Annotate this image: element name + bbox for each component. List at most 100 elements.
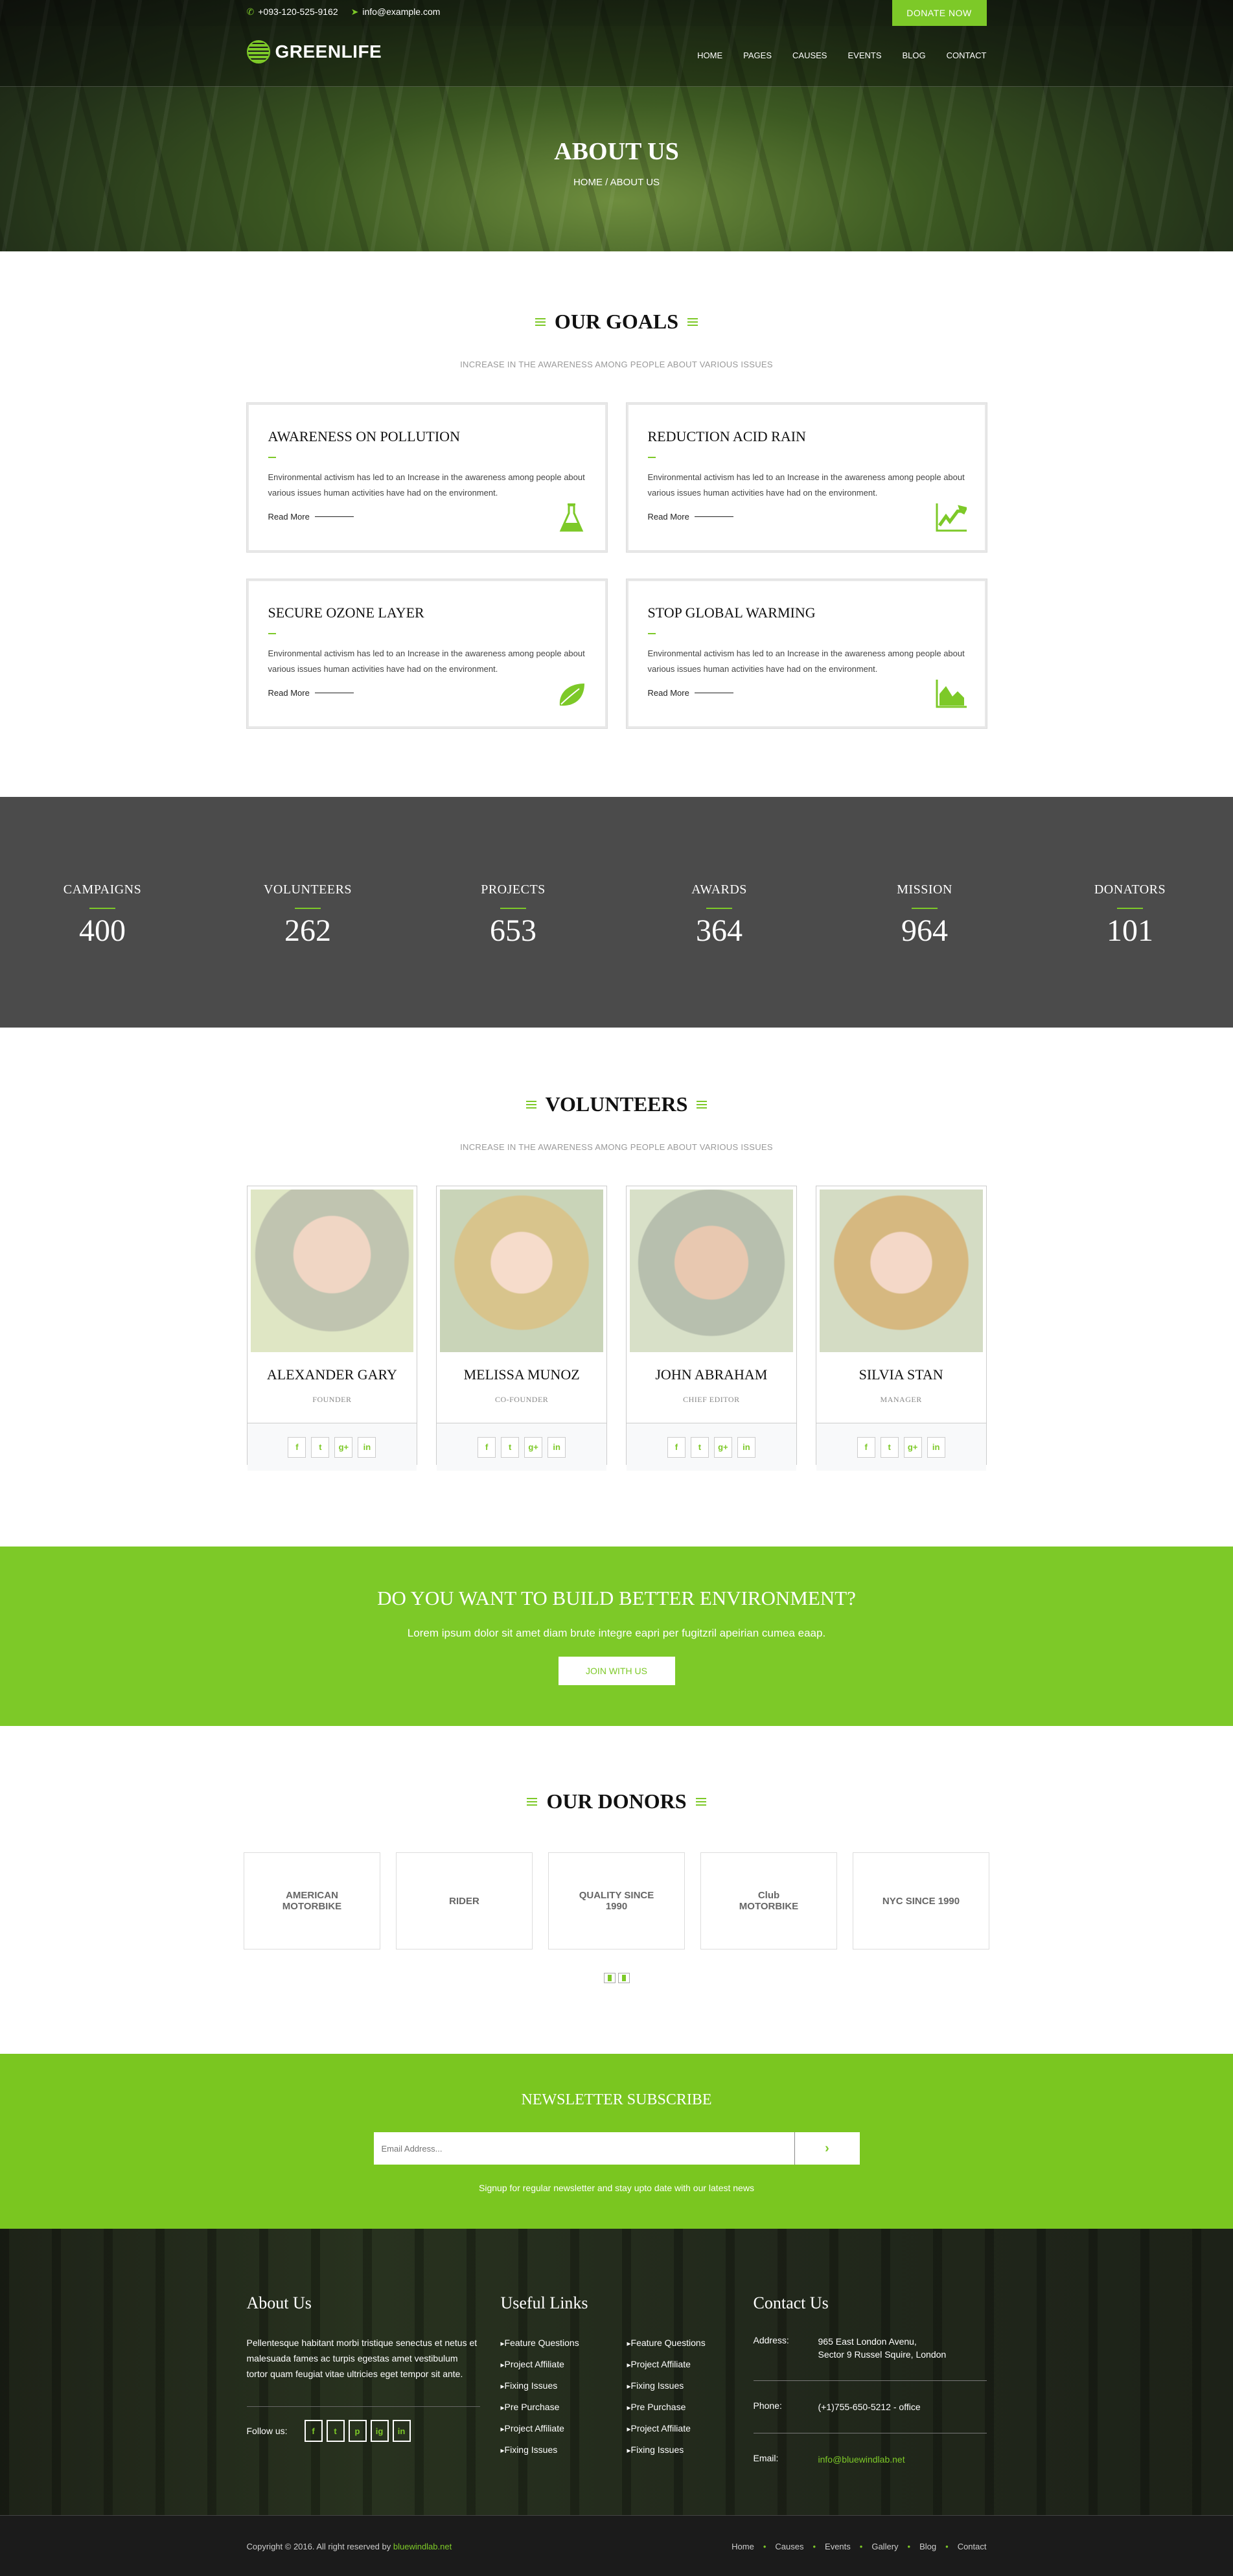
footer-link[interactable]: Fixing Issues [627, 2439, 754, 2461]
logo[interactable]: GREENLIFE [246, 40, 382, 63]
nav-pages[interactable]: PAGES [743, 51, 772, 60]
bottom-link[interactable]: Causes [775, 2542, 803, 2551]
read-more-link[interactable]: Read More [268, 512, 354, 522]
line-chart-icon [936, 503, 968, 532]
volunteer-card: ALEXANDER GARY FOUNDER f t g+ in [246, 1186, 418, 1471]
footer-link[interactable]: Fixing Issues [501, 2439, 627, 2461]
phone-label: Phone: [753, 2400, 782, 2411]
volunteer-role: MANAGER [880, 1395, 922, 1404]
read-more-link[interactable]: Read More [268, 688, 354, 698]
bottom-link[interactable]: Gallery [871, 2542, 898, 2551]
top-bar: ✆ +093-120-525-9162 ➤ info@example.com DON… [0, 0, 1233, 26]
bottom-link[interactable]: Blog [919, 2542, 936, 2551]
donor-logo-text: Club MOTORBIKE [739, 1890, 799, 1912]
linkedin-icon[interactable]: in [737, 1436, 755, 1458]
linkedin-icon[interactable]: in [927, 1436, 945, 1458]
instagram-icon[interactable]: ig [370, 2420, 389, 2442]
cta-text: Lorem ipsum dolor sit amet diam brute in… [407, 1627, 826, 1639]
twitter-icon[interactable]: t [880, 1436, 899, 1458]
separator-dot: • [945, 2542, 949, 2551]
nav-blog[interactable]: BLOG [903, 51, 926, 60]
email-text: info@example.com [362, 6, 441, 17]
stat-value: 101 [1107, 914, 1153, 948]
accent-line [647, 633, 656, 634]
email-link[interactable]: info@bluewindlab.net [818, 2453, 905, 2466]
stat-value: 400 [79, 914, 126, 948]
accent-line [89, 908, 115, 909]
phone-value: (+1)755-650-5212 - office [818, 2402, 921, 2412]
breadcrumb[interactable]: HOME / ABOUT US [0, 177, 1233, 188]
volunteers-title-text: VOLUNTEERS [545, 1092, 688, 1116]
donor-logo[interactable]: RIDER [396, 1852, 533, 1949]
read-more-link[interactable]: Read More [648, 688, 733, 698]
donor-logo[interactable]: Club MOTORBIKE [700, 1852, 837, 1949]
linkedin-icon[interactable]: in [547, 1436, 566, 1458]
google-plus-icon[interactable]: g+ [713, 1436, 732, 1458]
facebook-icon[interactable]: f [478, 1436, 496, 1458]
donate-now-button[interactable]: DONATE NOW [892, 0, 987, 26]
goal-title: SECURE OZONE LAYER [268, 604, 424, 621]
globe-logo-icon [246, 40, 270, 63]
twitter-icon[interactable]: t [501, 1436, 520, 1458]
nav-events[interactable]: EVENTS [847, 51, 881, 60]
copyright-link[interactable]: bluewindlab.net [393, 2542, 452, 2551]
newsletter-section: NEWSLETTER SUBSCRIBE › Signup for regula… [0, 2054, 1233, 2229]
top-email[interactable]: ➤ info@example.com [351, 6, 441, 17]
facebook-icon[interactable]: f [288, 1436, 306, 1458]
footer-link[interactable]: Pre Purchase [627, 2397, 754, 2418]
paper-plane-icon: ➤ [351, 6, 359, 17]
volunteer-role: CO-FOUNDER [494, 1395, 549, 1404]
newsletter-form: › [373, 2132, 860, 2165]
bottom-link[interactable]: Home [732, 2542, 754, 2551]
bottom-link[interactable]: Contact [958, 2542, 987, 2551]
footer-link[interactable]: Project Affiliate [501, 2354, 627, 2375]
donor-logo[interactable]: NYC SINCE 1990 [853, 1852, 989, 1949]
join-with-us-button[interactable]: JOIN WITH US [558, 1657, 675, 1685]
carousel-dot[interactable] [603, 1973, 616, 1983]
address-line-1: 965 East London Avenu, [818, 2336, 917, 2347]
read-more-link[interactable]: Read More [648, 512, 733, 522]
social-links: f t g+ in [247, 1423, 417, 1471]
google-plus-icon[interactable]: g+ [334, 1436, 353, 1458]
email-input[interactable] [373, 2132, 795, 2165]
nav-home[interactable]: HOME [697, 51, 722, 60]
google-plus-icon[interactable]: g+ [524, 1436, 543, 1458]
social-links: f t g+ in [627, 1423, 796, 1471]
linkedin-icon[interactable]: in [392, 2420, 411, 2442]
separator-dot: • [907, 2542, 911, 2551]
facebook-icon[interactable]: f [857, 1436, 875, 1458]
donors-title: OUR DONORS [0, 1789, 1233, 1813]
bottom-link[interactable]: Events [825, 2542, 851, 2551]
footer-link[interactable]: Feature Questions [501, 2332, 627, 2354]
subscribe-button[interactable]: › [794, 2132, 860, 2165]
facebook-icon[interactable]: f [667, 1436, 686, 1458]
donor-logo-text: RIDER [449, 1895, 479, 1907]
donor-logo-text: QUALITY SINCE 1990 [579, 1890, 654, 1912]
linkedin-icon[interactable]: in [358, 1436, 376, 1458]
title-deco-icon [535, 317, 546, 326]
footer-link[interactable]: Fixing Issues [501, 2375, 627, 2397]
footer-contact-title: Contact Us [753, 2294, 829, 2312]
copyright: Copyright © 2016. All right reserved by … [247, 2542, 452, 2551]
separator-dot: • [859, 2542, 863, 2551]
pinterest-icon[interactable]: p [348, 2420, 367, 2442]
donor-logo[interactable]: AMERICAN MOTORBIKE [244, 1852, 380, 1949]
twitter-icon[interactable]: t [311, 1436, 330, 1458]
footer-link[interactable]: Project Affiliate [627, 2354, 754, 2375]
goal-card: STOP GLOBAL WARMING Environmental activis… [625, 579, 987, 729]
twitter-icon[interactable]: t [690, 1436, 709, 1458]
twitter-icon[interactable]: t [326, 2420, 345, 2442]
footer-link[interactable]: Pre Purchase [501, 2397, 627, 2418]
footer-link[interactable]: Feature Questions [627, 2332, 754, 2354]
nav-causes[interactable]: CAUSES [792, 51, 827, 60]
footer-link[interactable]: Project Affiliate [501, 2418, 627, 2439]
facebook-icon[interactable]: f [304, 2420, 323, 2442]
google-plus-icon[interactable]: g+ [903, 1436, 922, 1458]
volunteers-title: VOLUNTEERS [247, 1092, 987, 1116]
carousel-dot[interactable] [617, 1973, 630, 1983]
nav-contact[interactable]: CONTACT [947, 51, 987, 60]
volunteer-photo [250, 1190, 414, 1352]
footer-link[interactable]: Fixing Issues [627, 2375, 754, 2397]
footer-link[interactable]: Project Affiliate [627, 2418, 754, 2439]
donor-logo[interactable]: QUALITY SINCE 1990 [548, 1852, 685, 1949]
